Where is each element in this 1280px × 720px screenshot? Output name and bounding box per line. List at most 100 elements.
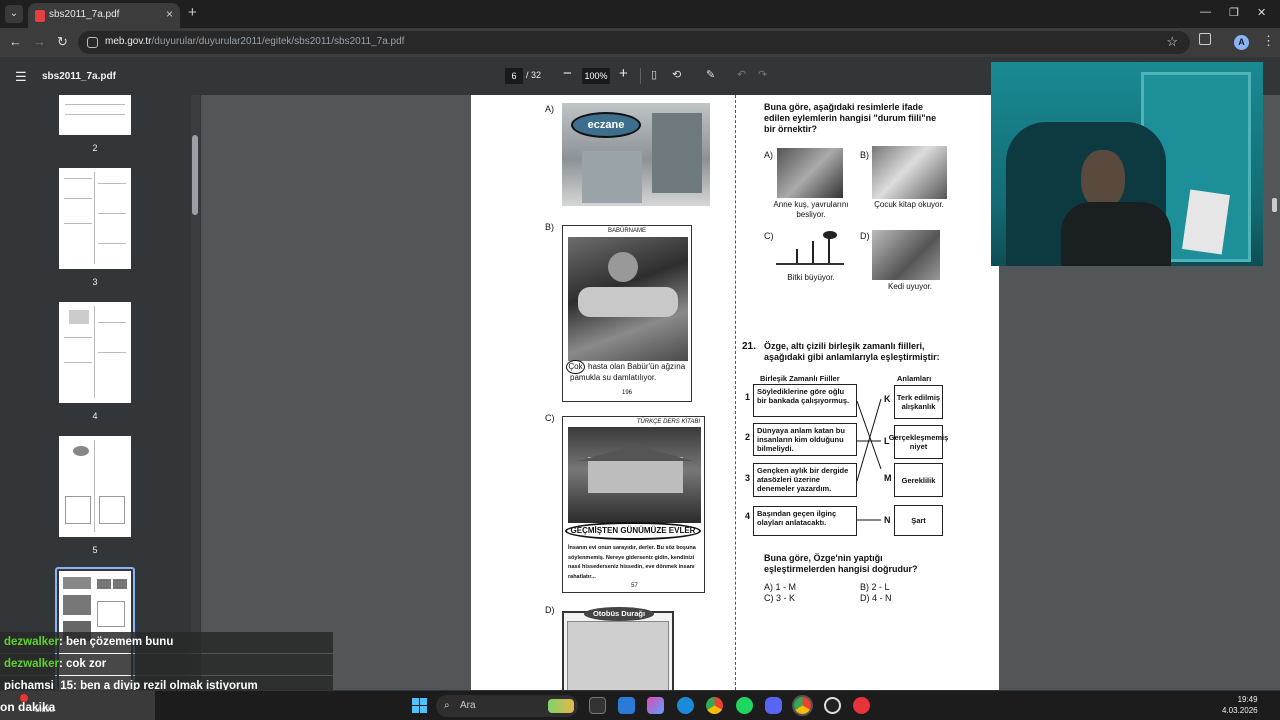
rotate-icon[interactable]: ⟲ (672, 68, 681, 81)
q21-answer-c: C) 3 - K (764, 593, 796, 603)
thumbnail-page-3[interactable] (59, 168, 131, 269)
q20-option-c: C) (764, 231, 774, 241)
more-menu-icon[interactable]: ⋮ (1262, 33, 1275, 49)
page-total: / 32 (526, 70, 542, 80)
q20-caption-c: Bitki büyüyor. (787, 273, 835, 282)
textbook-card: TÜRKÇE DERS KİTABI GEÇMİŞTEN GÜNÜMÜZE EV… (562, 416, 705, 593)
edge-icon[interactable] (677, 697, 694, 714)
windows-taskbar: ulutlu ⌕ Ara 19:49 4.03.2026 (0, 690, 1280, 720)
miniature-painting (568, 237, 688, 361)
streamer-body (1061, 202, 1171, 266)
zoom-in-button[interactable]: + (619, 65, 628, 82)
zoom-input[interactable]: 100% (582, 68, 610, 84)
streamer-head (1081, 150, 1125, 208)
thumbnail-page-5[interactable] (59, 436, 131, 537)
baburname-card: BABÜRNAME Çok hasta olan Babür'ün ağzına… (562, 225, 692, 402)
q21-meaning-letter: K (884, 394, 891, 404)
question-21-number: 21. (742, 341, 756, 352)
q21-matching-lines (857, 398, 882, 521)
q21-col-left-header: Birleşik Zamanlı Fiiller (760, 374, 840, 383)
q21-meaning-n: Şart (894, 505, 943, 536)
task-view-icon[interactable] (589, 697, 606, 714)
baburname-caption: hasta olan Babür'ün ağzına pamukla su da… (570, 362, 686, 382)
option-b-label: B) (545, 222, 554, 232)
annotate-icon[interactable]: ✎ (706, 68, 715, 81)
outlook-icon[interactable] (618, 697, 635, 714)
q21-row-number: 3 (745, 473, 751, 483)
start-button[interactable] (412, 698, 427, 713)
copilot-icon[interactable] (647, 697, 664, 714)
bus-stop-illustration: Otobüs Durağı (562, 607, 674, 690)
document-title: sbs2011_7a.pdf (42, 71, 116, 82)
q21-row-number: 4 (745, 511, 751, 521)
window-close-icon[interactable]: ✕ (1257, 6, 1266, 19)
discord-icon[interactable] (765, 697, 782, 714)
q21-row-3: Gençken aylık bir dergide atasözleri üze… (753, 463, 857, 497)
overlay-timer-text: on dakika (0, 700, 56, 714)
address-bar[interactable]: meb.gov.tr/duyurular/duyurular2011/egite… (78, 31, 1190, 54)
treehouse-photo (568, 427, 701, 523)
url-text: meb.gov.tr/duyurular/duyurular2011/egite… (105, 36, 404, 47)
bookmark-star-icon[interactable]: ☆ (1166, 34, 1178, 50)
sidebar-scroll-thumb[interactable] (192, 135, 198, 215)
chrome-icon[interactable] (706, 697, 723, 714)
viewer-scrollbar[interactable] (1269, 95, 1280, 690)
undo-icon[interactable]: ↶ (737, 68, 746, 81)
thumbnail-page-2[interactable] (59, 95, 131, 135)
question-21-stem: Özge, altı çizili birleşik zamanlı fiill… (764, 341, 940, 362)
back-icon[interactable]: ← (9, 34, 22, 49)
q21-row-number: 2 (745, 432, 751, 442)
profile-avatar[interactable]: A (1234, 35, 1249, 50)
thumbnail-label: 3 (92, 277, 98, 287)
sidebar-scrollbar[interactable] (191, 95, 200, 690)
obs-icon[interactable] (824, 697, 841, 714)
forward-icon[interactable]: → (33, 34, 46, 49)
q20-option-d: D) (860, 231, 870, 241)
baburname-header: BABÜRNAME (607, 228, 646, 234)
clock-date: 4.03.2026 (1222, 706, 1258, 715)
chat-text: : ben çözemem bunu (58, 636, 174, 648)
bus-stop-sign: Otobüs Durağı (584, 607, 654, 621)
search-highlight-icon (548, 699, 574, 713)
app-icon[interactable] (853, 697, 870, 714)
reload-icon[interactable]: ↻ (57, 34, 68, 50)
q21-answer-d: D) 4 - N (860, 593, 892, 603)
redo-icon[interactable]: ↷ (758, 68, 767, 81)
system-clock[interactable]: 19:49 4.03.2026 (1222, 694, 1258, 716)
extensions-icon[interactable] (1199, 33, 1211, 45)
tab-search-button[interactable]: ⌄ (5, 5, 23, 23)
plant-growth-illustration (776, 231, 844, 269)
pharmacy-photo: eczane (562, 103, 710, 206)
bird-photo (777, 148, 843, 198)
thumbnail-page-4[interactable] (59, 302, 131, 403)
sidebar-menu-icon[interactable]: ☰ (15, 69, 27, 85)
spotify-icon[interactable] (736, 697, 753, 714)
q21-question: Buna göre, Özge'nin yaptığı eşleştirmele… (764, 553, 918, 574)
pdf-page-6: A) eczane B) BABÜRNAME Çok hasta olan Ba… (471, 95, 999, 690)
thumbnail-label: 4 (92, 411, 98, 421)
q21-answer-b: B) 2 - L (860, 582, 890, 592)
thumbnail-sidebar: 2 3 4 5 (0, 95, 201, 690)
chat-text: : cok zor (58, 658, 107, 670)
tab-close-icon[interactable]: × (166, 7, 173, 21)
page-number-input[interactable]: 6 (505, 68, 523, 84)
minimize-icon[interactable]: — (1200, 6, 1211, 18)
thumbnail-label: 2 (92, 143, 98, 153)
site-info-icon[interactable] (87, 37, 98, 48)
q21-col-right-header: Anlamları (897, 374, 932, 383)
viewer-scroll-thumb[interactable] (1272, 198, 1277, 212)
new-tab-button[interactable]: + (188, 5, 197, 21)
chrome-active-icon[interactable] (794, 697, 811, 714)
search-placeholder: Ara (460, 700, 476, 711)
browser-tab[interactable]: sbs2011_7a.pdf × (28, 3, 180, 28)
zoom-out-button[interactable]: − (563, 65, 572, 82)
restore-icon[interactable]: ❐ (1229, 6, 1239, 19)
taskbar-search[interactable]: ⌕ Ara (436, 695, 578, 717)
thumbnail-label: 5 (92, 545, 98, 555)
chat-message: dezwalker: cok zor (0, 654, 333, 675)
sleeping-cat-photo (872, 230, 940, 280)
textbook-body: İnsanın evi onun sarayıdır, derler. Bu s… (568, 545, 696, 580)
fit-page-icon[interactable]: ▯ (651, 68, 657, 81)
chat-overlay: dezwalker: ben çözemem bunu dezwalker: c… (0, 632, 333, 697)
q21-row-2: Dünyaya anlam katan bu insanların kim ol… (753, 423, 857, 456)
